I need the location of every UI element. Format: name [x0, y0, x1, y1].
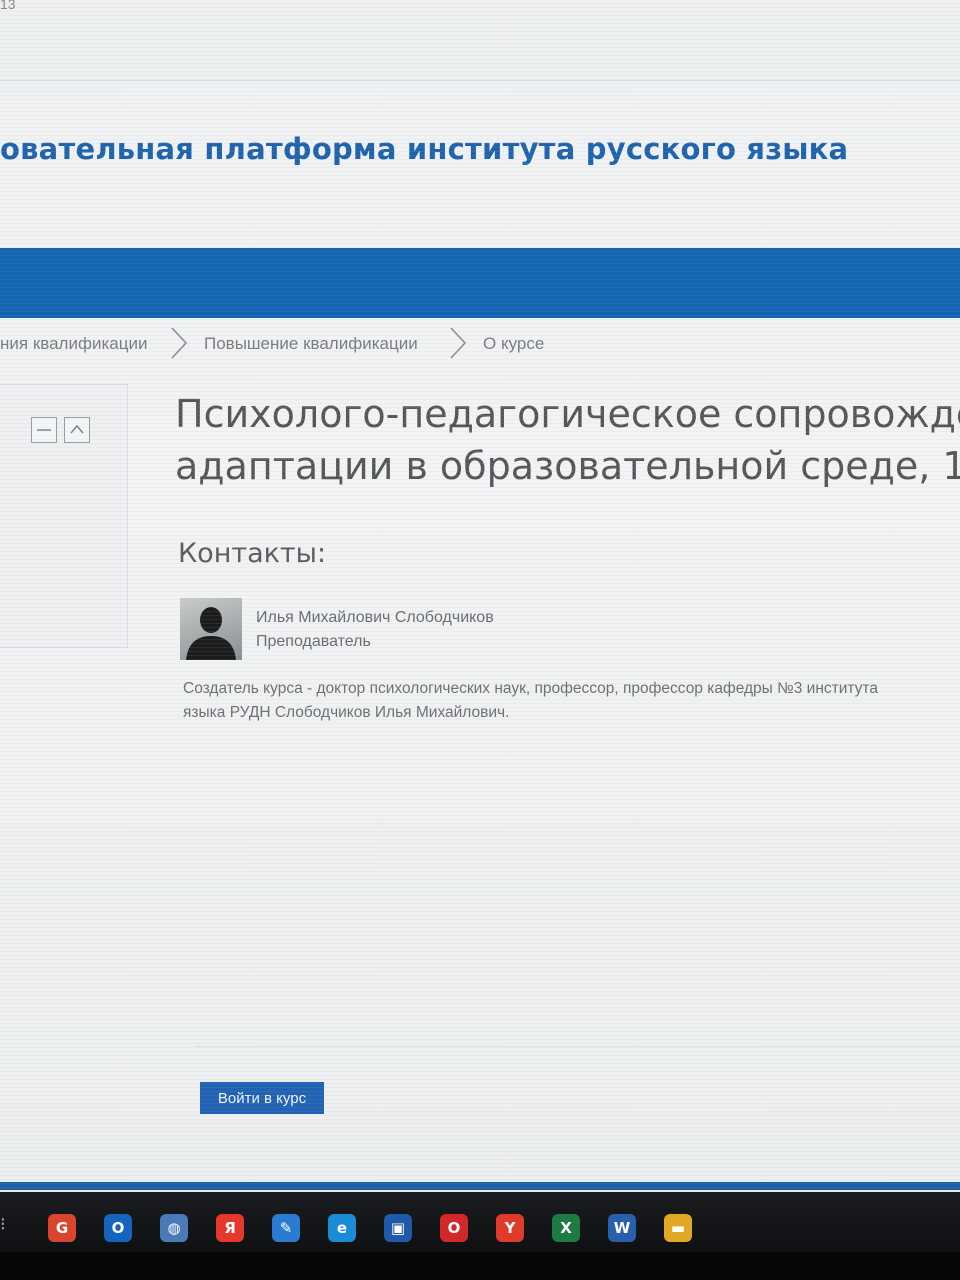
chevron-right-icon	[447, 326, 469, 360]
enter-course-button[interactable]: Войти в курс	[200, 1082, 324, 1114]
site-title[interactable]: овательная платформа института русского …	[0, 132, 848, 166]
teacher-role: Преподаватель	[256, 633, 371, 650]
contacts-heading: Контакты:	[178, 538, 327, 569]
network-icon[interactable]: ◍	[160, 1214, 188, 1242]
browser-viewport: 13 овательная платформа института русско…	[0, 0, 960, 1190]
course-summary: Создатель курса - доктор психологических…	[183, 677, 960, 725]
user-silhouette-icon	[186, 607, 236, 660]
monitor-bezel	[0, 1252, 960, 1280]
footer-band	[0, 1182, 960, 1190]
corner-mark: 13	[0, 0, 16, 12]
paint-icon[interactable]: ✎	[272, 1214, 300, 1242]
taskbar	[0, 1192, 960, 1252]
content-divider	[195, 1046, 960, 1047]
outlook-icon[interactable]: O	[104, 1214, 132, 1242]
breadcrumb: ния квалификации Повышение квалификации …	[0, 320, 960, 370]
course-summary-line-1: Создатель курса - доктор психологических…	[183, 680, 878, 697]
avatar[interactable]	[180, 598, 242, 660]
breadcrumb-item-qualification[interactable]: Повышение квалификации	[204, 334, 418, 354]
store-icon[interactable]: ▣	[384, 1214, 412, 1242]
opera-icon[interactable]: O	[440, 1214, 468, 1242]
navigation-bar	[0, 248, 960, 318]
minimize-button[interactable]	[31, 417, 57, 443]
explorer-icon[interactable]: ▬	[664, 1214, 692, 1242]
breadcrumb-item-qualification-partial[interactable]: ния квалификации	[0, 334, 147, 354]
course-summary-line-2: языка РУДН Слободчиков Илья Михайлович.	[183, 704, 510, 721]
yandex-browser-icon[interactable]: Y	[496, 1214, 524, 1242]
word-icon[interactable]: W	[608, 1214, 636, 1242]
chevron-up-icon	[70, 424, 84, 434]
teacher-name-link[interactable]: Илья Михайлович Слободчиков	[256, 609, 494, 627]
course-title: Психолого-педагогическое сопровожден ада…	[175, 388, 960, 492]
chrome-icon[interactable]: G	[48, 1214, 76, 1242]
minus-icon	[37, 429, 51, 431]
course-title-line-1: Психолого-педагогическое сопровожден	[175, 392, 960, 436]
excel-icon[interactable]: X	[552, 1214, 580, 1242]
side-block	[0, 384, 128, 648]
course-title-line-2: адаптации в образовательной среде, 18	[175, 444, 960, 488]
task-view-icon[interactable]: ⁝	[0, 1214, 14, 1242]
header-divider	[0, 80, 960, 81]
collapse-button[interactable]	[64, 417, 90, 443]
yandex-icon[interactable]: Я	[216, 1214, 244, 1242]
breadcrumb-item-about-course: О курсе	[483, 334, 545, 353]
chevron-right-icon	[168, 326, 190, 360]
screen-scanlines	[0, 0, 960, 1190]
edge-icon[interactable]: e	[328, 1214, 356, 1242]
